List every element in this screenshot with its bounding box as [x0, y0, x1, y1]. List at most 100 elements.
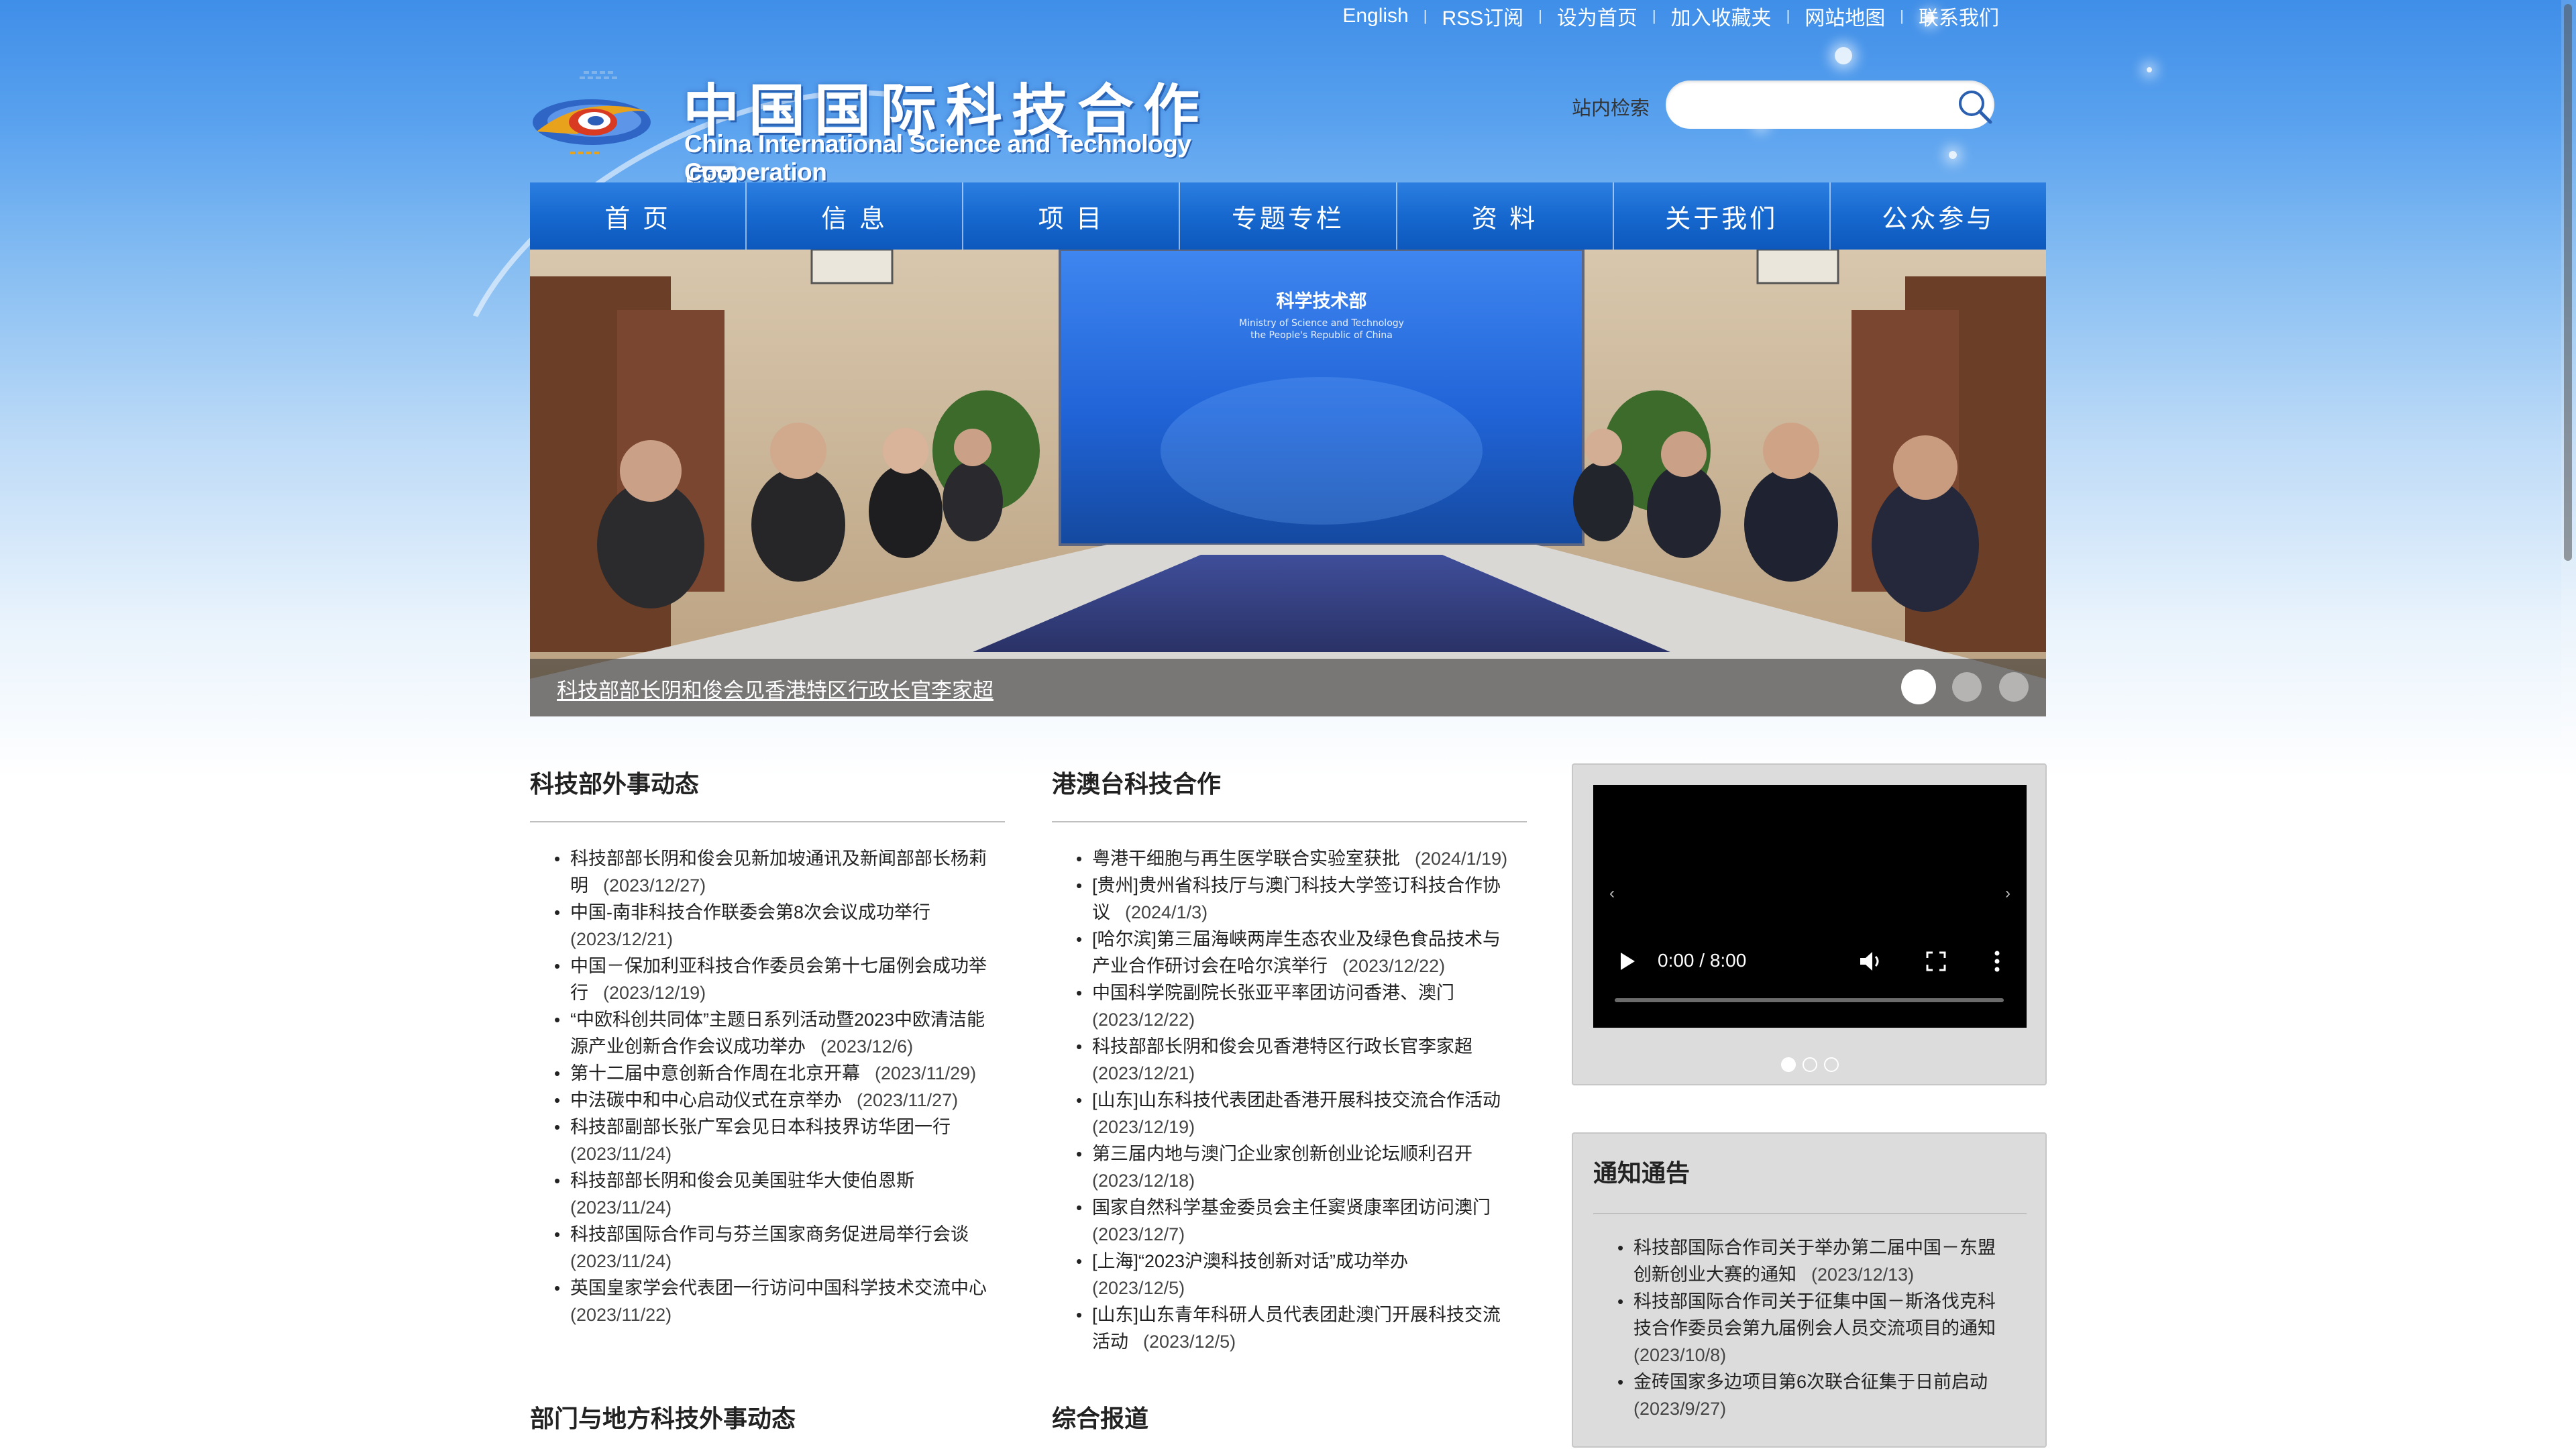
separator: |: [1423, 7, 1428, 24]
news-link-cont[interactable]: 议: [1092, 902, 1110, 922]
nav-home[interactable]: 首 页: [530, 182, 747, 250]
news-link[interactable]: [哈尔滨]第三届海峡两岸生态农业及绿色食品技术与: [1092, 929, 1501, 949]
news-link[interactable]: [山东]山东青年科研人员代表团赴澳门开展科技交流: [1092, 1305, 1501, 1325]
list-item[interactable]: 科技部部长阴和俊会见美国驻华大使伯恩斯 (2023/11/24): [530, 1167, 1005, 1221]
video-time: 0:00 / 8:00: [1658, 950, 1747, 971]
news-link[interactable]: 英国皇家学会代表团一行访问中国科学技术交流中心: [570, 1278, 987, 1298]
search-input[interactable]: [1682, 89, 1937, 121]
notice-date: (2023/9/27): [1633, 1399, 1727, 1419]
list-item[interactable]: [山东]山东科技代表团赴香港开展科技交流合作活动 (2023/12/19): [1052, 1087, 1527, 1140]
notice-link[interactable]: 科技部国际合作司关于征集中国－斯洛伐克科: [1633, 1291, 1996, 1311]
scrollbar-thumb[interactable]: [2564, 4, 2572, 561]
news-link[interactable]: 科技部部长阴和俊会见香港特区行政长官李家超: [1092, 1036, 1472, 1057]
list-item[interactable]: [上海]“2023沪澳科技创新对话”成功举办 (2023/12/5): [1052, 1248, 1527, 1301]
list-item[interactable]: 中国科学院副院长张亚平率团访问香港、澳门 (2023/12/22): [1052, 979, 1527, 1033]
news-link[interactable]: 科技部部长阴和俊会见美国驻华大使伯恩斯: [570, 1171, 914, 1191]
nav-info[interactable]: 信 息: [747, 182, 964, 250]
nav-projects[interactable]: 项 目: [963, 182, 1181, 250]
news-link[interactable]: 第十二届中意创新合作周在北京开幕: [570, 1063, 860, 1083]
list-item[interactable]: 中国-南非科技合作联委会第8次会议成功举行 (2023/12/21): [530, 899, 1005, 953]
list-item[interactable]: [贵州]贵州省科技厅与澳门科技大学签订科技合作协议 (2024/1/3): [1052, 872, 1527, 926]
hero-photo: 科学技术部 Ministry of Science and Technology…: [530, 250, 2046, 716]
list-item[interactable]: 科技部国际合作司与芬兰国家商务促进局举行会谈 (2023/11/24): [530, 1221, 1005, 1275]
section-title: 通知通告: [1593, 1159, 1690, 1187]
fullscreen-icon[interactable]: [1926, 951, 1946, 971]
notice-link[interactable]: 科技部国际合作司关于举办第二届中国－东盟: [1633, 1238, 1996, 1258]
screen-title: 科学技术部: [1277, 290, 1367, 312]
next-arrow-icon[interactable]: ›: [2005, 884, 2010, 903]
video-dot-2[interactable]: [1803, 1057, 1817, 1072]
top-link-rss[interactable]: RSS订阅: [1442, 1, 1523, 31]
news-date: (2023/12/5): [1092, 1278, 1185, 1298]
nav-public-participation[interactable]: 公众参与: [1831, 182, 2046, 250]
news-link[interactable]: 第三届内地与澳门企业家创新创业论坛顺利召开: [1092, 1144, 1472, 1164]
news-link-cont[interactable]: 产业合作研讨会在哈尔滨举行: [1092, 956, 1328, 976]
video-dot-1[interactable]: [1781, 1057, 1796, 1072]
nav-about[interactable]: 关于我们: [1614, 182, 1831, 250]
volume-icon[interactable]: [1859, 950, 1883, 973]
prev-arrow-icon[interactable]: ‹: [1609, 884, 1615, 903]
notice-link-cont[interactable]: 技合作委员会第九届例会人员交流项目的通知: [1633, 1318, 1996, 1338]
notice-link-cont[interactable]: 创新创业大赛的通知: [1633, 1265, 1796, 1285]
separator: |: [1900, 7, 1904, 24]
list-item[interactable]: 金砖国家多边项目第6次联合征集于日前启动 (2023/9/27): [1593, 1368, 2027, 1422]
hero-slideshow[interactable]: 科学技术部 Ministry of Science and Technology…: [530, 250, 2046, 716]
sparkle-decoration: [1949, 151, 1957, 159]
top-link-add-favorite[interactable]: 加入收藏夹: [1671, 1, 1772, 31]
top-link-sitemap[interactable]: 网站地图: [1805, 1, 1885, 31]
news-link[interactable]: 中国科学院副院长张亚平率团访问香港、澳门: [1092, 983, 1454, 1003]
news-link[interactable]: 科技部副部长张广军会见日本科技界访华团一行: [570, 1117, 951, 1137]
list-item[interactable]: 第十二届中意创新合作周在北京开幕 (2023/11/29): [530, 1060, 1005, 1087]
news-link[interactable]: 科技部部长阴和俊会见新加坡通讯及新闻部部长杨莉: [570, 849, 987, 869]
news-link[interactable]: 中国－保加利亚科技合作委员会第十七届例会成功举: [570, 956, 987, 976]
news-link-cont[interactable]: 行: [570, 983, 588, 1003]
video-player[interactable]: ‹ › 0:00 / 8:00: [1593, 785, 2027, 1028]
nav-materials[interactable]: 资 料: [1397, 182, 1614, 250]
news-link[interactable]: [山东]山东科技代表团赴香港开展科技交流合作活动: [1092, 1090, 1501, 1110]
news-link[interactable]: 科技部国际合作司与芬兰国家商务促进局举行会谈: [570, 1224, 969, 1244]
slide-dot-2[interactable]: [1952, 672, 1982, 702]
hero-caption-link[interactable]: 科技部部长阴和俊会见香港特区行政长官李家超: [557, 674, 994, 704]
news-column-foreign-affairs: 科技部外事动态 科技部部长阴和俊会见新加坡通讯及新闻部部长杨莉明 (2023/12…: [530, 763, 1005, 1328]
news-link[interactable]: 中国-南非科技合作联委会第8次会议成功举行: [570, 902, 930, 922]
list-item[interactable]: 国家自然科学基金委员会主任窦贤康率团访问澳门 (2023/12/7): [1052, 1194, 1527, 1248]
news-link[interactable]: [贵州]贵州省科技厅与澳门科技大学签订科技合作协: [1092, 875, 1501, 896]
notice-link[interactable]: 金砖国家多边项目第6次联合征集于日前启动: [1633, 1372, 1988, 1392]
list-item[interactable]: [山东]山东青年科研人员代表团赴澳门开展科技交流活动 (2023/12/5): [1052, 1301, 1527, 1355]
list-item[interactable]: 中国－保加利亚科技合作委员会第十七届例会成功举行 (2023/12/19): [530, 953, 1005, 1006]
list-item[interactable]: 科技部部长阴和俊会见新加坡通讯及新闻部部长杨莉明 (2023/12/27): [530, 845, 1005, 899]
news-link[interactable]: 中法碳中和中心启动仪式在京举办: [570, 1090, 842, 1110]
list-item[interactable]: 中法碳中和中心启动仪式在京举办 (2023/11/27): [530, 1087, 1005, 1114]
news-link-cont[interactable]: 源产业创新合作会议成功举办: [570, 1036, 806, 1057]
news-link[interactable]: [上海]“2023沪澳科技创新对话”成功举办: [1092, 1251, 1408, 1271]
news-date: (2023/12/18): [1092, 1171, 1195, 1191]
list-item[interactable]: 英国皇家学会代表团一行访问中国科学技术交流中心 (2023/11/22): [530, 1275, 1005, 1328]
list-item[interactable]: 科技部国际合作司关于举办第二届中国－东盟创新创业大赛的通知 (2023/12/13…: [1593, 1234, 2027, 1288]
list-item[interactable]: [哈尔滨]第三届海峡两岸生态农业及绿色食品技术与产业合作研讨会在哈尔滨举行 (20…: [1052, 926, 1527, 979]
list-item[interactable]: 科技部副部长张广军会见日本科技界访华团一行 (2023/11/24): [530, 1114, 1005, 1167]
search-icon[interactable]: [1954, 86, 1996, 127]
top-link-contact[interactable]: 联系我们: [1919, 1, 1999, 31]
news-date: (2024/1/19): [1415, 849, 1508, 869]
list-item[interactable]: “中欧科创共同体”主题日系列活动暨2023中欧清洁能源产业创新合作会议成功举办 (…: [530, 1006, 1005, 1060]
list-item[interactable]: 科技部部长阴和俊会见香港特区行政长官李家超 (2023/12/21): [1052, 1033, 1527, 1087]
site-logo[interactable]: 中国国际科技合作网 China International Science an…: [530, 54, 1228, 225]
news-link-cont[interactable]: 活动: [1092, 1332, 1128, 1352]
list-item[interactable]: 科技部国际合作司关于征集中国－斯洛伐克科技合作委员会第九届例会人员交流项目的通知…: [1593, 1288, 2027, 1368]
top-link-english[interactable]: English: [1342, 5, 1408, 28]
news-link[interactable]: 粤港干细胞与再生医学联合实验室获批: [1092, 849, 1400, 869]
news-link[interactable]: 国家自然科学基金委员会主任窦贤康率团访问澳门: [1092, 1197, 1491, 1218]
play-icon[interactable]: [1619, 951, 1636, 971]
slide-dot-3[interactable]: [1999, 672, 2029, 702]
more-options-icon[interactable]: [1993, 950, 2001, 973]
news-date: (2023/12/6): [820, 1036, 914, 1057]
video-progress-bar[interactable]: [1615, 998, 2004, 1002]
news-link-cont[interactable]: 明: [570, 875, 588, 896]
list-item[interactable]: 第三届内地与澳门企业家创新创业论坛顺利召开 (2023/12/18): [1052, 1140, 1527, 1194]
slide-dot-1[interactable]: [1901, 669, 1936, 704]
top-link-set-homepage[interactable]: 设为首页: [1557, 1, 1638, 31]
video-dot-3[interactable]: [1824, 1057, 1839, 1072]
nav-special-topics[interactable]: 专题专栏: [1180, 182, 1397, 250]
news-link[interactable]: “中欧科创共同体”主题日系列活动暨2023中欧清洁能: [570, 1010, 985, 1030]
list-item[interactable]: 粤港干细胞与再生医学联合实验室获批 (2024/1/19): [1052, 845, 1527, 872]
